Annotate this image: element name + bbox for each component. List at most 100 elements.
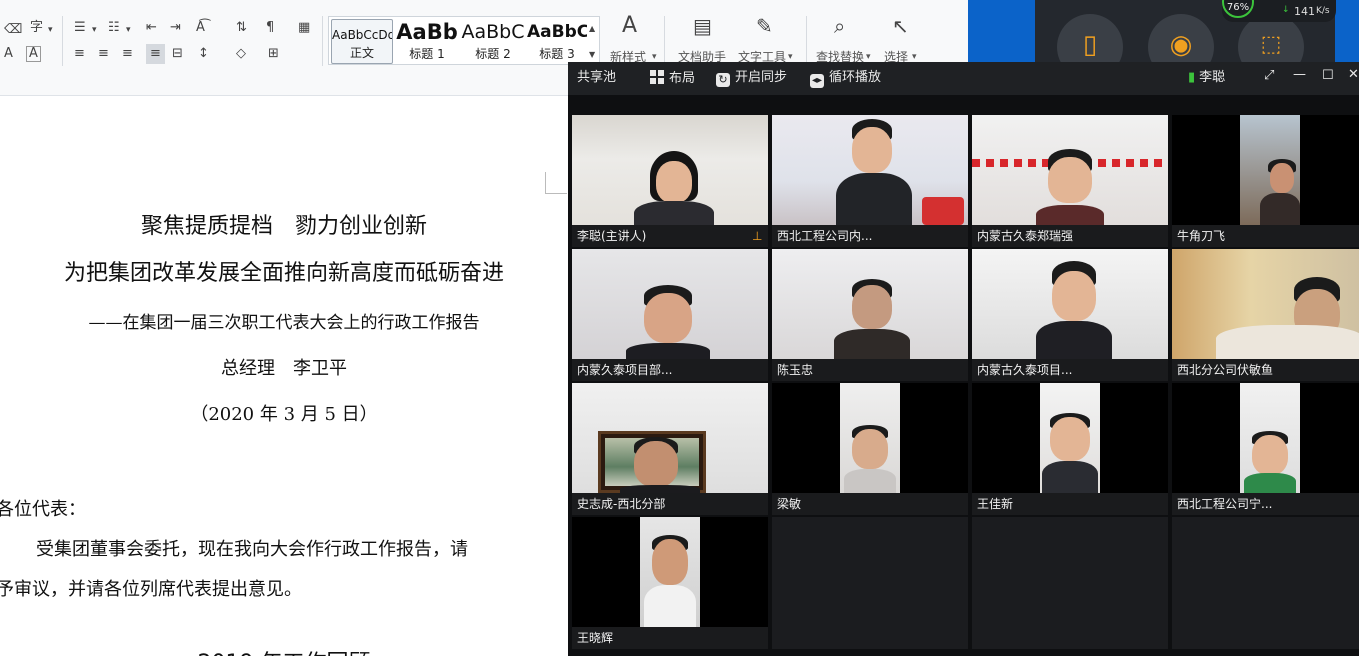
phonetic-guide-icon[interactable]: 字 xyxy=(30,20,43,36)
cpu-usage-ring: 76% xyxy=(1222,0,1254,18)
minimize-icon[interactable]: — xyxy=(1293,67,1306,83)
participant-tile[interactable]: 梁敏 xyxy=(772,383,968,515)
portrait-video xyxy=(1240,383,1300,493)
style-name: 标题 1 xyxy=(409,47,445,61)
decrease-indent-icon[interactable]: ⇤ xyxy=(146,20,157,36)
margin-mark xyxy=(545,172,567,194)
participant-tile[interactable]: 内蒙古久泰项目... xyxy=(972,249,1168,381)
sort-icon[interactable]: ⇅ xyxy=(236,20,247,36)
style-gallery: AaBbCcDd 正文 AaBb 标题 1 AaBbC 标题 2 AaBbC 标… xyxy=(328,16,600,65)
font-color-icon[interactable]: A xyxy=(4,46,13,62)
participant-video xyxy=(572,115,768,225)
participant-name: 陈玉忠 xyxy=(772,359,968,381)
style-heading-3[interactable]: AaBbC 标题 3 xyxy=(527,19,587,64)
numbered-list-icon[interactable]: ☷ xyxy=(108,20,120,36)
participant-tile[interactable]: 内蒙久泰项目部... xyxy=(572,249,768,381)
participant-video xyxy=(972,249,1168,359)
search-icon[interactable]: ⌕ xyxy=(834,16,845,36)
usage-percent: 76% xyxy=(1226,2,1250,13)
video-grid: 李聪(主讲人) ⊥ 西北工程公司内... 内蒙古久泰郑瑞强 牛角刀飞 内蒙久泰项… xyxy=(568,95,1359,656)
participant-tile[interactable]: 李聪(主讲人) ⊥ xyxy=(572,115,768,247)
portrait-video xyxy=(1240,115,1300,225)
bullet-list-icon[interactable]: ☰ xyxy=(74,20,86,36)
chevron-down-icon[interactable]: ▾ xyxy=(126,22,131,38)
chevron-down-icon[interactable]: ▾ xyxy=(48,22,53,38)
gallery-scroll-up-icon[interactable]: ▲ xyxy=(589,21,595,37)
participant-tile[interactable]: 内蒙古久泰郑瑞强 xyxy=(972,115,1168,247)
pin-icon[interactable]: ⊥ xyxy=(752,229,764,243)
style-heading-1[interactable]: AaBb 标题 1 xyxy=(395,19,459,64)
justify-icon[interactable]: ≡ xyxy=(146,44,165,64)
line-spacing-icon[interactable]: ↕ xyxy=(198,46,209,62)
ribbon-divider xyxy=(806,16,807,66)
participant-name: 内蒙久泰项目部... xyxy=(572,359,768,381)
current-user[interactable]: ▮ 李聪 xyxy=(1188,70,1225,86)
ribbon-divider xyxy=(322,16,323,66)
participant-tile[interactable]: 王佳新 xyxy=(972,383,1168,515)
participant-name: 王佳新 xyxy=(972,493,1168,515)
loop-playback-button[interactable]: ◂▸ 循环播放 xyxy=(810,70,881,88)
gallery-scroll-down-icon[interactable]: ▼ xyxy=(589,47,595,63)
document-section-heading: 2019 年工作回顾 xyxy=(0,645,568,656)
participant-video xyxy=(772,115,968,225)
loop-label: 循环播放 xyxy=(829,70,882,85)
layout-label: 布局 xyxy=(669,71,696,86)
distribute-icon[interactable]: ⊟ xyxy=(172,46,183,62)
sync-label: 开启同步 xyxy=(735,70,788,85)
align-right-icon[interactable]: ≡ xyxy=(122,46,133,62)
download-arrow-icon: ↓ xyxy=(1282,5,1290,15)
microphone-icon: ▮ xyxy=(1188,70,1196,85)
participant-name: 内蒙古久泰项目... xyxy=(972,359,1168,381)
participant-video xyxy=(972,115,1168,225)
document-salutation: 各位代表： xyxy=(0,499,86,520)
document-page[interactable]: 聚焦提质提档 勠力创业创新 为把集团改革发展全面推向新高度而砥砺奋进 ——在集团… xyxy=(0,97,568,656)
char-border-icon[interactable]: A xyxy=(26,46,41,62)
participant-name: 内蒙古久泰郑瑞强 xyxy=(972,225,1168,247)
document-subtitle: ——在集团一届三次职工代表大会上的行政工作报告 xyxy=(88,313,480,333)
participant-tile[interactable]: 西北分公司伏敏鱼 xyxy=(1172,249,1359,381)
style-heading-2[interactable]: AaBbC 标题 2 xyxy=(461,19,525,64)
text-direction-icon[interactable]: A͡ xyxy=(196,20,205,36)
participant-video xyxy=(772,383,968,493)
document-assistant-icon[interactable]: ▤ xyxy=(693,16,712,36)
download-speed: 141 xyxy=(1294,5,1315,18)
participant-tile[interactable]: 陈玉忠 xyxy=(772,249,968,381)
participant-tile[interactable]: 西北工程公司宁... xyxy=(1172,383,1359,515)
participant-name: 西北工程公司宁... xyxy=(1172,493,1359,515)
person-silhouette xyxy=(626,285,710,359)
shading-icon[interactable]: ◇ xyxy=(236,46,246,62)
participant-tile[interactable]: 史志成-西北分部 xyxy=(572,383,768,515)
style-preview: AaBbC xyxy=(461,21,525,43)
share-pool-button[interactable]: 共享池 xyxy=(577,70,616,86)
participant-tile[interactable]: 王晓辉 xyxy=(572,517,768,649)
eraser-icon[interactable]: ⌫ xyxy=(4,22,22,38)
borders-icon[interactable]: ⊞ xyxy=(268,46,279,62)
style-preview: AaBb xyxy=(396,20,458,44)
person-silhouette xyxy=(1036,149,1104,225)
wrench-icon[interactable]: ✎ xyxy=(756,16,773,36)
menu-strip xyxy=(0,0,968,8)
align-center-icon[interactable]: ≡ xyxy=(98,46,109,62)
table-icon[interactable]: ▦ xyxy=(298,20,310,36)
participant-tile[interactable]: 牛角刀飞 xyxy=(1172,115,1359,247)
align-left-icon[interactable]: ≡ xyxy=(74,46,85,62)
cursor-icon[interactable]: ↖ xyxy=(892,16,909,36)
layout-button[interactable]: 布局 xyxy=(650,70,695,87)
ribbon-divider xyxy=(62,16,63,66)
close-icon[interactable]: ✕ xyxy=(1348,67,1359,83)
participant-video xyxy=(572,383,768,493)
increase-indent-icon[interactable]: ⇥ xyxy=(170,20,181,36)
document-title-line-1: 聚焦提质提档 勠力创业创新 xyxy=(140,214,427,239)
sync-button[interactable]: ↻ 开启同步 xyxy=(716,70,787,87)
empty-tile xyxy=(1172,517,1359,649)
new-style-icon[interactable]: A xyxy=(622,15,637,37)
participant-name: 史志成-西北分部 xyxy=(572,493,768,515)
grid-icon xyxy=(650,70,664,84)
maximize-icon[interactable]: ☐ xyxy=(1322,68,1334,84)
chevron-down-icon[interactable]: ▾ xyxy=(92,22,97,38)
empty-tile xyxy=(972,517,1168,649)
style-normal[interactable]: AaBbCcDd 正文 xyxy=(331,19,393,64)
show-marks-icon[interactable]: ¶ xyxy=(266,20,274,36)
fullscreen-icon[interactable]: ⤢ xyxy=(1264,68,1274,84)
participant-tile[interactable]: 西北工程公司内... xyxy=(772,115,968,247)
